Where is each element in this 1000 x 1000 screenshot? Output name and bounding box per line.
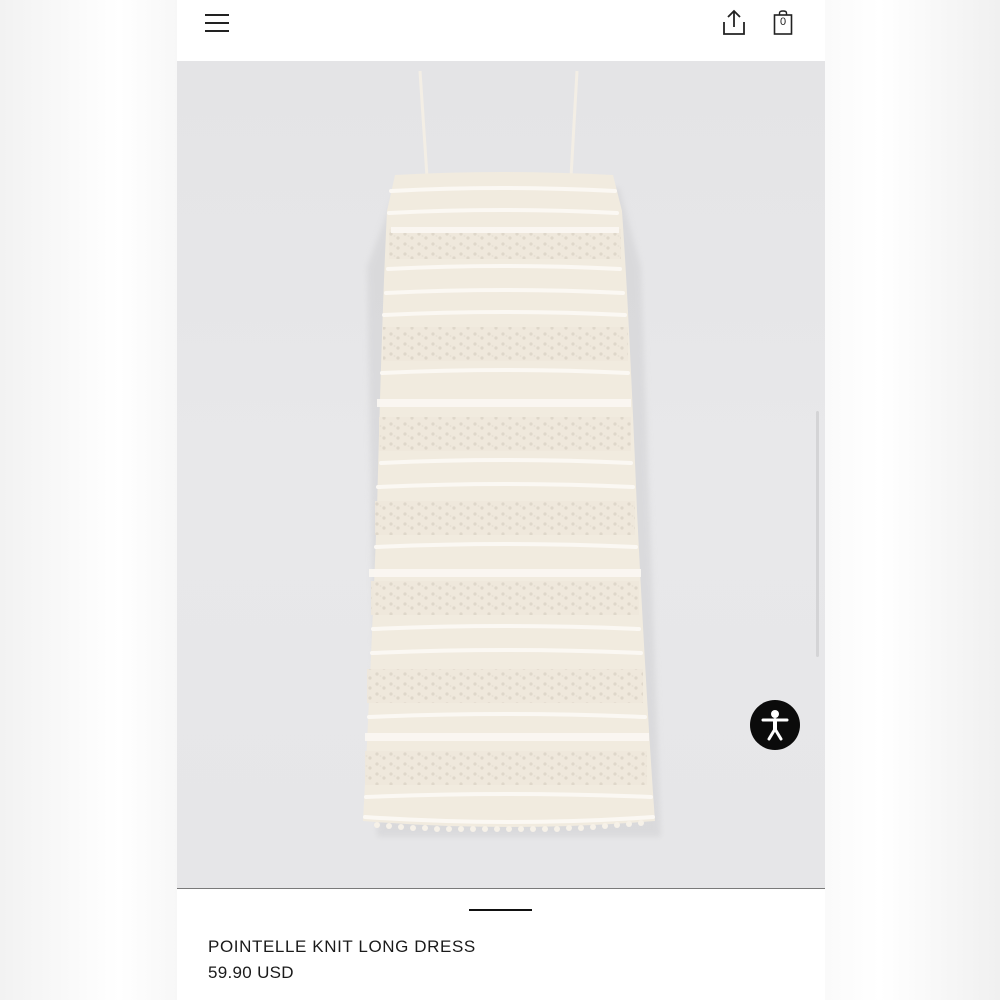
product-name: POINTELLE KNIT LONG DRESS	[208, 937, 476, 956]
top-navigation-bar: 0	[177, 0, 825, 61]
shopping-bag-button[interactable]: 0	[773, 10, 793, 36]
share-button[interactable]	[721, 8, 747, 38]
bag-item-count: 0	[779, 16, 787, 28]
accessibility-button[interactable]	[750, 700, 800, 750]
hamburger-menu-icon-line	[205, 30, 229, 32]
hamburger-menu-icon	[205, 14, 229, 16]
gallery-pager-indicator[interactable]	[469, 909, 532, 911]
dress-illustration	[363, 70, 661, 837]
product-image[interactable]	[177, 61, 825, 889]
image-scroll-indicator[interactable]	[816, 411, 819, 657]
accessibility-person-icon	[761, 710, 789, 741]
image-bottom-divider	[177, 888, 825, 889]
share-upload-icon	[723, 9, 745, 35]
menu-button[interactable]	[205, 12, 231, 34]
hamburger-menu-icon-line	[205, 22, 229, 24]
mobile-viewport: 0 POINTELLE KNIT LONG DRESS 59.90 USD	[177, 0, 825, 1000]
product-price: 59.90 USD	[208, 963, 294, 982]
